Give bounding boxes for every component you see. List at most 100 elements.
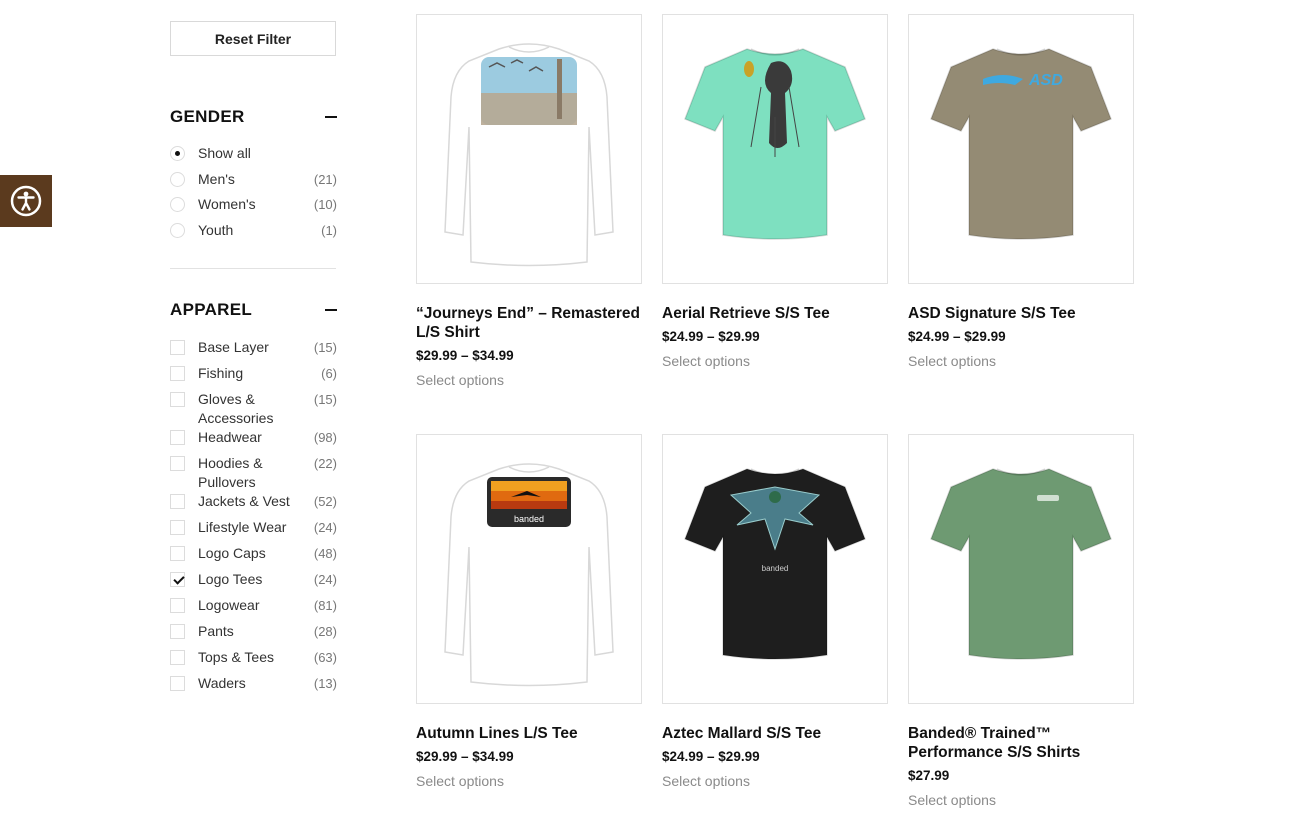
filter-option-logo-tees[interactable]: Logo Tees (24) (170, 570, 337, 596)
checkbox[interactable] (170, 650, 185, 665)
filter-option-count: (98) (313, 430, 337, 445)
radio-button[interactable] (170, 223, 185, 239)
filter-option-youth[interactable]: Youth (1) (170, 221, 337, 247)
filter-option-jackets-vest[interactable]: Jackets & Vest (52) (170, 492, 337, 518)
product-name[interactable]: “Journeys End” – Remastered L/S Shirt (416, 304, 642, 342)
select-options-link[interactable]: Select options (416, 372, 504, 388)
checkbox[interactable] (170, 392, 185, 407)
filter-option-label: Show all (198, 145, 251, 161)
product-card: banded Aztec Mallard S/S Tee $24.99 – $2… (662, 434, 888, 791)
svg-text:ASD: ASD (1028, 72, 1063, 89)
product-price: $24.99 – $29.99 (908, 329, 1006, 344)
checkbox[interactable] (170, 572, 185, 587)
minus-icon[interactable] (325, 309, 337, 311)
filter-option-lifestyle-wear[interactable]: Lifestyle Wear (24) (170, 518, 337, 544)
filter-option-label: Women's (198, 196, 256, 213)
filter-option-waders[interactable]: Waders (13) (170, 674, 337, 700)
filter-option-tops-tees[interactable]: Tops & Tees (63) (170, 648, 337, 674)
filter-option-hoodies-pullovers[interactable]: Hoodies & Pullovers (22) (170, 454, 337, 492)
product-name[interactable]: Autumn Lines L/S Tee (416, 724, 642, 743)
gender-filter-title: GENDER (170, 107, 245, 126)
radio-button[interactable] (170, 197, 185, 213)
filter-option-count: (81) (313, 598, 337, 613)
filter-option-count: (52) (313, 494, 337, 509)
filter-option-count: (10) (313, 197, 337, 213)
product-name[interactable]: Aztec Mallard S/S Tee (662, 724, 888, 743)
select-options-link[interactable]: Select options (662, 353, 750, 369)
product-thumbnail[interactable]: banded (662, 434, 888, 704)
product-card: banded Autumn Lines L/S Tee $29.99 – $34… (416, 434, 642, 791)
filter-option-show-all[interactable]: Show all (170, 144, 337, 170)
product-thumbnail[interactable] (908, 434, 1134, 704)
section-divider (170, 268, 336, 269)
product-thumbnail[interactable] (416, 14, 642, 284)
product-card: ASD ASD Signature S/S Tee $24.99 – $29.9… (908, 14, 1134, 371)
product-image (444, 42, 614, 266)
select-options-link[interactable]: Select options (908, 353, 996, 369)
filter-option-women-s[interactable]: Women's (10) (170, 195, 337, 221)
filter-option-logowear[interactable]: Logowear (81) (170, 596, 337, 622)
filter-option-pants[interactable]: Pants (28) (170, 622, 337, 648)
filter-option-logo-caps[interactable]: Logo Caps (48) (170, 544, 337, 570)
filter-option-label: Headwear (198, 429, 262, 445)
filter-option-men-s[interactable]: Men's (21) (170, 170, 337, 196)
select-options-link[interactable]: Select options (662, 773, 750, 789)
filter-option-count: (15) (313, 340, 337, 355)
checkbox[interactable] (170, 456, 185, 471)
checkbox[interactable] (170, 624, 185, 639)
product-card: Aerial Retrieve S/S Tee $24.99 – $29.99 … (662, 14, 888, 371)
filter-option-count: (28) (313, 624, 337, 639)
filter-option-gloves-accessories[interactable]: Gloves & Accessories (15) (170, 390, 337, 428)
filter-option-label: Lifestyle Wear (198, 519, 287, 535)
product-card: “Journeys End” – Remastered L/S Shirt $2… (416, 14, 642, 390)
filter-option-count: (48) (313, 546, 337, 561)
filter-option-base-layer[interactable]: Base Layer (15) (170, 338, 337, 364)
checkbox[interactable] (170, 520, 185, 535)
filter-option-count: (63) (313, 650, 337, 665)
accessibility-button[interactable] (0, 175, 52, 227)
filter-option-label: Pants (198, 623, 234, 639)
product-thumbnail[interactable] (662, 14, 888, 284)
product-price: $29.99 – $34.99 (416, 348, 514, 363)
radio-button[interactable] (170, 171, 185, 187)
minus-icon[interactable] (325, 116, 337, 118)
checkbox[interactable] (170, 546, 185, 561)
checkbox[interactable] (170, 366, 185, 381)
filter-option-label: Waders (198, 675, 246, 691)
filter-option-label: Fishing (198, 365, 244, 381)
reset-filter-button[interactable]: Reset Filter (170, 21, 336, 56)
gender-options: Show all Men's (21) Women's (10) Youth (1) (170, 144, 337, 247)
checkbox[interactable] (170, 598, 185, 613)
product-price: $29.99 – $34.99 (416, 749, 514, 764)
filter-option-label: Youth (198, 222, 234, 239)
select-options-link[interactable]: Select options (416, 773, 504, 789)
product-name[interactable]: Banded® Trained™ Performance S/S Shirts (908, 724, 1134, 762)
filter-option-count: (24) (313, 572, 337, 587)
product-image (930, 467, 1112, 660)
select-options-link[interactable]: Select options (908, 792, 996, 808)
checkbox[interactable] (170, 676, 185, 691)
product-name[interactable]: Aerial Retrieve S/S Tee (662, 304, 888, 323)
checkbox[interactable] (170, 494, 185, 509)
filter-option-count: (6) (321, 366, 337, 381)
filter-option-label: Men's (198, 170, 235, 187)
filter-option-label: Logo Tees (198, 571, 263, 587)
product-name[interactable]: ASD Signature S/S Tee (908, 304, 1134, 323)
product-thumbnail[interactable]: ASD (908, 14, 1134, 284)
checkbox[interactable] (170, 430, 185, 445)
radio-button[interactable] (170, 146, 185, 161)
product-price: $27.99 (908, 768, 950, 783)
filter-option-count: (13) (313, 676, 337, 691)
filter-option-headwear[interactable]: Headwear (98) (170, 428, 337, 454)
filter-option-label: Logo Caps (198, 545, 266, 561)
filter-option-count: (24) (313, 520, 337, 535)
filter-option-label: Jackets & Vest (198, 493, 290, 509)
filter-option-count: (21) (313, 171, 337, 187)
product-thumbnail[interactable]: banded (416, 434, 642, 704)
apparel-filter-title: APPAREL (170, 300, 253, 319)
checkbox[interactable] (170, 340, 185, 355)
product-card: Banded® Trained™ Performance S/S Shirts … (908, 434, 1134, 810)
filter-option-label: Base Layer (198, 339, 269, 355)
filter-option-label: Logowear (198, 597, 260, 613)
filter-option-fishing[interactable]: Fishing (6) (170, 364, 337, 390)
